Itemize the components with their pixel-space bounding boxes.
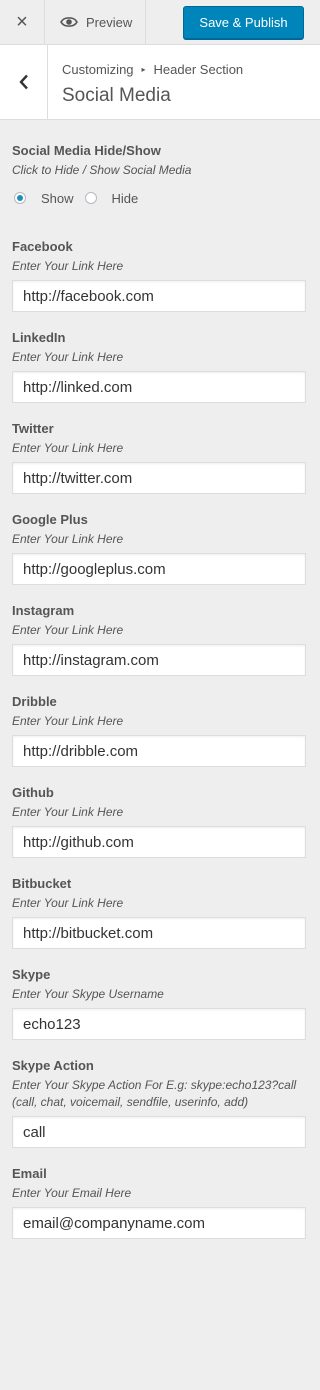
twitter-control: Twitter Enter Your Link Here [12, 421, 308, 494]
control-title: Dribble [12, 694, 57, 709]
control-title: Skype [12, 967, 51, 982]
control-description: Enter Your Link Here [12, 532, 124, 546]
control-description: Enter Your Link Here [12, 350, 124, 364]
bitbucket-control: Bitbucket Enter Your Link Here [12, 876, 308, 949]
google-plus-control: Google Plus Enter Your Link Here [12, 512, 308, 585]
control-description: Enter Your Skype Action For E.g: skype:e… [12, 1078, 297, 1109]
control-title: Bitbucket [12, 876, 72, 891]
control-title: LinkedIn [12, 330, 66, 345]
control-title: Twitter [12, 421, 54, 436]
instagram-control: Instagram Enter Your Link Here [12, 603, 308, 676]
twitter-link-input[interactable] [12, 462, 306, 494]
section-title: Social Media [62, 85, 171, 106]
breadcrumb: Customizing ▸ Header Section [62, 62, 243, 77]
linkedin-control: LinkedIn Enter Your Link Here [12, 330, 308, 403]
dribble-control: Dribble Enter Your Link Here [12, 694, 308, 767]
hide-radio-label[interactable]: Hide [112, 191, 139, 206]
control-title: Instagram [12, 603, 75, 618]
show-radio-label[interactable]: Show [41, 191, 74, 206]
email-control: Email Enter Your Email Here [12, 1166, 308, 1239]
control-description: Enter Your Link Here [12, 805, 124, 819]
control-description: Enter Your Link Here [12, 623, 124, 637]
google-plus-link-input[interactable] [12, 553, 306, 585]
email-input[interactable] [12, 1207, 306, 1239]
control-description: Enter Your Email Here [12, 1186, 132, 1200]
control-description: Enter Your Skype Username [12, 987, 164, 1001]
github-control: Github Enter Your Link Here [12, 785, 308, 858]
facebook-control: Facebook Enter Your Link Here [12, 239, 308, 312]
preview-button[interactable]: Preview [46, 0, 146, 44]
control-title: Github [12, 785, 54, 800]
skype-username-input[interactable] [12, 1008, 306, 1040]
control-title: Social Media Hide/Show [12, 143, 161, 158]
breadcrumb-parent: Header Section [153, 62, 244, 77]
control-title: Facebook [12, 239, 73, 254]
preview-label: Preview [86, 14, 133, 30]
show-radio[interactable] [14, 192, 26, 204]
control-description: Enter Your Link Here [12, 259, 124, 273]
close-icon: × [16, 10, 28, 33]
github-link-input[interactable] [12, 826, 306, 858]
skype-action-control: Skype Action Enter Your Skype Action For… [12, 1058, 308, 1148]
control-description: Enter Your Link Here [12, 441, 124, 455]
visibility-control: Social Media Hide/Show Click to Hide / S… [12, 143, 308, 207]
bitbucket-link-input[interactable] [12, 917, 306, 949]
save-publish-button[interactable]: Save & Publish [183, 6, 304, 39]
hide-radio[interactable] [84, 192, 97, 204]
breadcrumb-root: Customizing [62, 62, 134, 77]
eye-icon [60, 17, 78, 27]
linkedin-link-input[interactable] [12, 371, 306, 403]
control-description: Click to Hide / Show Social Media [12, 163, 192, 177]
section-header: Customizing ▸ Header Section Social Medi… [0, 45, 320, 120]
controls-panel: Social Media Hide/Show Click to Hide / S… [12, 143, 308, 1239]
control-title: Google Plus [12, 512, 88, 527]
control-title: Skype Action [12, 1058, 94, 1073]
close-button[interactable]: × [0, 0, 45, 44]
facebook-link-input[interactable] [12, 280, 306, 312]
breadcrumb-separator-icon: ▸ [141, 65, 146, 74]
dribble-link-input[interactable] [12, 735, 306, 767]
skype-action-input[interactable] [12, 1116, 306, 1148]
skype-control: Skype Enter Your Skype Username [12, 967, 308, 1040]
visibility-radio-group: Show Hide [12, 189, 308, 207]
control-description: Enter Your Link Here [12, 896, 124, 910]
instagram-link-input[interactable] [12, 644, 306, 676]
customizer-topbar: × Preview Save & Publish [0, 0, 320, 45]
control-title: Email [12, 1166, 47, 1181]
control-description: Enter Your Link Here [12, 714, 124, 728]
chevron-left-icon [18, 74, 28, 90]
back-button[interactable] [0, 45, 48, 119]
